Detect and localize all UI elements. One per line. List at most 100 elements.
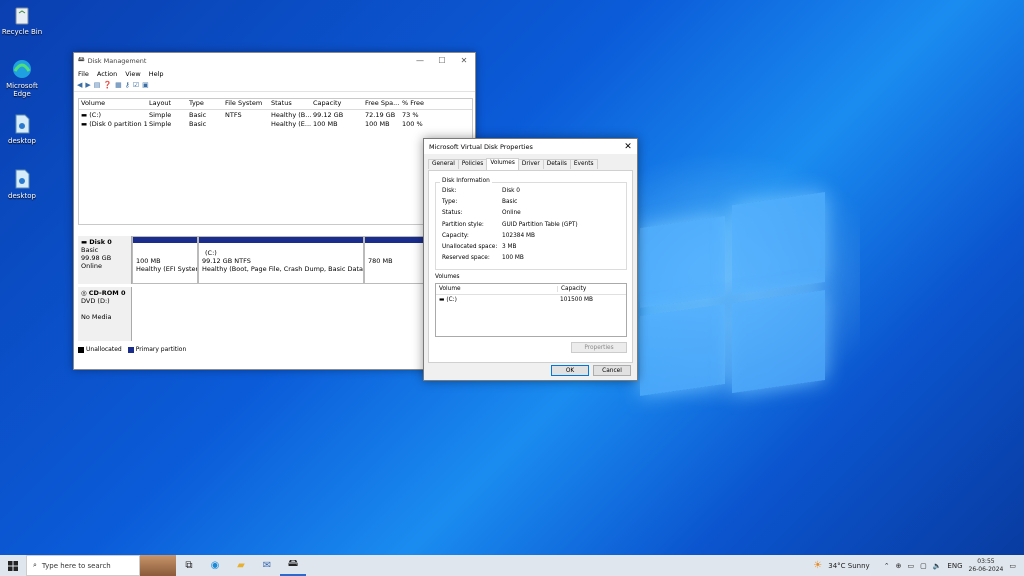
disk-icon: ▬ — [81, 238, 90, 246]
properties-icon[interactable]: ▣ — [142, 81, 149, 89]
desktop-icon-recycle-bin[interactable]: Recycle Bin — [0, 4, 44, 36]
window-titlebar[interactable]: 🖴 Disk Management — ☐ ✕ — [74, 53, 475, 68]
table-cell: NTFS — [225, 110, 242, 119]
table-cell: 100 % — [402, 119, 423, 128]
close-button[interactable]: ✕ — [453, 56, 475, 65]
info-row: Type: Basic — [442, 199, 518, 206]
legend-unallocated: Unallocated — [78, 346, 122, 353]
disk-management-window: 🖴 Disk Management — ☐ ✕ File Action View… — [73, 52, 476, 370]
col-type[interactable]: Type — [187, 99, 223, 109]
table-cell: ▬ (Disk 0 partition 1) — [81, 119, 147, 128]
table-cell: Healthy (B... — [271, 110, 311, 119]
disk-management-app-icon: 🖴 — [78, 55, 85, 63]
table-cell: 72.19 GB — [365, 110, 396, 119]
tab-general[interactable]: General — [428, 159, 459, 169]
weather-text[interactable]: 34°C Sunny — [828, 562, 869, 570]
legend: Unallocated Primary partition — [78, 346, 186, 353]
col-percent-free[interactable]: % Free — [400, 99, 442, 109]
menu-file[interactable]: File — [78, 70, 89, 78]
volumes-list-header: Volume Capacity — [436, 284, 626, 295]
disk-0-label[interactable]: ▬ Disk 0 Basic 99.98 GB Online — [78, 236, 132, 284]
info-row: Capacity: 102384 MB — [442, 232, 535, 239]
table-cell: Basic — [189, 119, 207, 128]
dialog-title: Microsoft Virtual Disk Properties — [429, 142, 533, 151]
desktop-icon-file-1[interactable]: desktop — [0, 113, 44, 145]
taskbar-search[interactable]: ⌕ Type here to search — [26, 555, 140, 576]
partition-efi[interactable]: 100 MB Healthy (EFI System — [132, 236, 198, 284]
back-arrow-icon[interactable]: ◀ — [77, 81, 82, 89]
dialog-titlebar[interactable]: Microsoft Virtual Disk Properties ✕ — [424, 139, 637, 154]
cancel-button[interactable]: Cancel — [593, 365, 631, 376]
partition-recovery[interactable]: 780 MB — [364, 236, 426, 284]
disk-0-row: ▬ Disk 0 Basic 99.98 GB Online 100 MB He… — [78, 236, 426, 284]
language-indicator[interactable]: ENG — [947, 562, 962, 570]
toolbar: ◀ ▶ ▤ ❓ ▦ ⚷ ☑ ▣ — [74, 79, 475, 92]
recycle-bin-icon — [11, 4, 33, 26]
maximize-button[interactable]: ☐ — [431, 56, 453, 65]
menu-help[interactable]: Help — [149, 70, 164, 78]
col-volume[interactable]: Volume — [436, 286, 558, 292]
disk-management-taskbar-icon[interactable]: 🖴 — [280, 555, 306, 576]
edge-taskbar-icon[interactable]: ◉ — [202, 555, 228, 576]
col-free-space[interactable]: Free Spa... — [363, 99, 400, 109]
start-button[interactable] — [0, 555, 26, 576]
edge-icon — [11, 58, 33, 80]
col-status[interactable]: Status — [269, 99, 311, 109]
file-icon — [11, 168, 33, 190]
info-row: Status: Online — [442, 210, 521, 217]
table-cell: 73 % — [402, 110, 419, 119]
notification-icon[interactable]: ▭ — [1009, 562, 1016, 570]
col-file-system[interactable]: File System — [223, 99, 269, 109]
display-icon[interactable]: ▢ — [920, 562, 927, 570]
partition-c[interactable]: (C:) 99.12 GB NTFS Healthy (Boot, Page F… — [198, 236, 364, 284]
search-highlight-image[interactable] — [140, 555, 176, 576]
tab-volumes[interactable]: Volumes — [486, 158, 519, 170]
list-item[interactable]: ▬ (C:) 101500 MB — [436, 295, 626, 305]
cdrom-0-label[interactable]: ◎ CD-ROM 0 DVD (D:) No Media — [78, 287, 132, 341]
drive-icon: ▬ — [81, 119, 90, 128]
ok-button[interactable]: OK — [551, 365, 589, 376]
disk-properties-dialog: Microsoft Virtual Disk Properties ✕ Gene… — [423, 138, 638, 381]
menu-view[interactable]: View — [125, 70, 140, 78]
clock[interactable]: 03:55 26-06-2024 — [969, 558, 1004, 574]
volume-list-header: Volume Layout Type File System Status Ca… — [79, 99, 472, 110]
col-capacity[interactable]: Capacity — [558, 286, 586, 292]
tab-driver[interactable]: Driver — [517, 159, 544, 169]
key-icon[interactable]: ⚷ — [125, 81, 130, 89]
list-view-icon[interactable]: ▦ — [115, 81, 122, 89]
disk-information-group: Disk Information Disk: Disk 0 Type: Basic … — [435, 178, 627, 270]
console-tree-icon[interactable]: ▤ — [94, 81, 101, 89]
mail-icon[interactable]: ✉ — [254, 555, 280, 576]
table-cell: 100 MB — [313, 119, 338, 128]
properties-button[interactable]: Properties — [571, 342, 627, 353]
network-icon[interactable]: ⊕ — [896, 562, 902, 570]
tab-policies[interactable]: Policies — [457, 159, 488, 169]
tab-events[interactable]: Events — [569, 159, 598, 169]
desktop-icon-edge[interactable]: Microsoft Edge — [0, 58, 44, 98]
col-capacity[interactable]: Capacity — [311, 99, 363, 109]
volumes-tab-panel: Disk Information Disk: Disk 0 Type: Basic … — [428, 170, 633, 363]
file-explorer-icon[interactable]: ▰ — [228, 555, 254, 576]
volume-icon[interactable]: 🔈 — [933, 562, 942, 570]
tab-details[interactable]: Details — [542, 159, 571, 169]
dialog-close-icon[interactable]: ✕ — [619, 142, 637, 152]
check-icon[interactable]: ☑ — [133, 81, 139, 89]
desktop-icon-file-2[interactable]: desktop — [0, 168, 44, 200]
forward-arrow-icon[interactable]: ▶ — [85, 81, 90, 89]
col-volume[interactable]: Volume — [79, 99, 147, 109]
minimize-button[interactable]: — — [409, 56, 431, 65]
table-row[interactable]: ▬ (C:) Simple Basic NTFS Healthy (B... 9… — [79, 110, 472, 119]
chevron-up-icon[interactable]: ⌃ — [884, 562, 890, 570]
table-row[interactable]: ▬ (Disk 0 partition 1) Simple Basic Heal… — [79, 119, 472, 128]
volumes-label: Volumes — [435, 274, 460, 280]
table-cell: Simple — [149, 119, 172, 128]
menu-action[interactable]: Action — [97, 70, 117, 78]
battery-icon[interactable]: ▭ — [907, 562, 914, 570]
help-icon[interactable]: ❓ — [103, 81, 112, 89]
task-view-icon[interactable]: ⧉ — [176, 555, 202, 576]
weather-icon[interactable]: ☀ — [813, 560, 822, 571]
menu-bar: File Action View Help — [74, 68, 475, 79]
col-layout[interactable]: Layout — [147, 99, 187, 109]
table-cell: ▬ (C:) — [81, 110, 102, 119]
volumes-list[interactable]: Volume Capacity ▬ (C:) 101500 MB — [435, 283, 627, 337]
